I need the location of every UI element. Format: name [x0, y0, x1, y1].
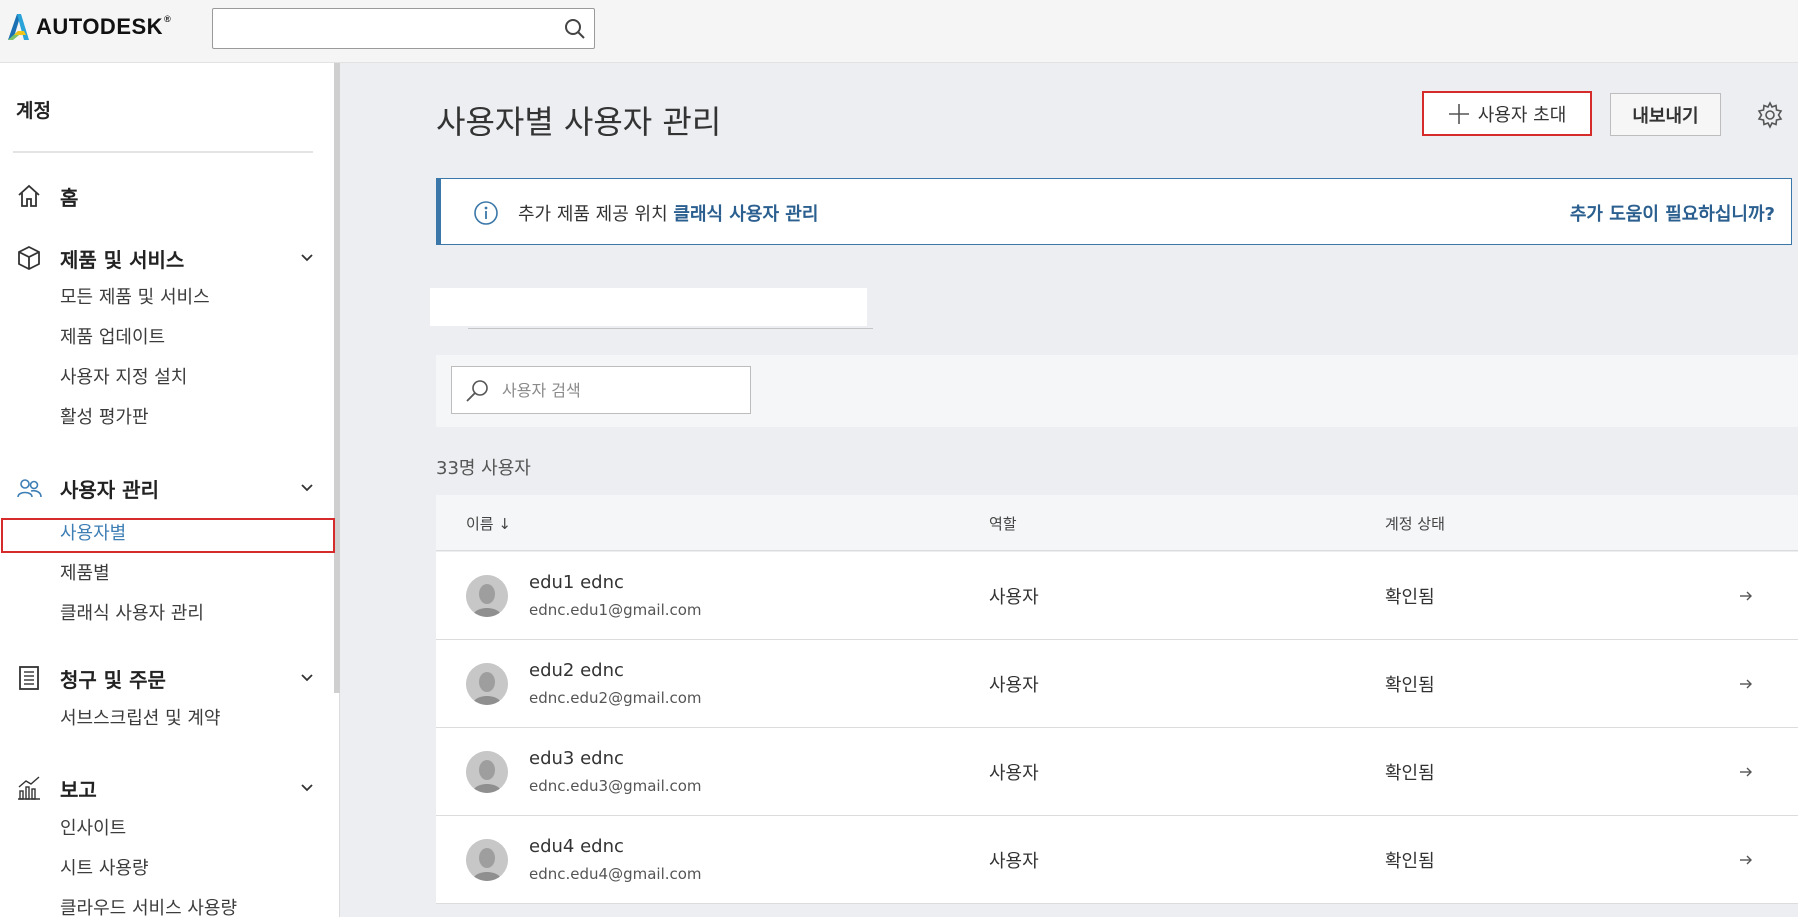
users-icon — [17, 479, 42, 498]
sidebar-section-reports[interactable]: 보고 — [0, 770, 334, 806]
sidebar-item-classic-user-management[interactable]: 클래식 사용자 관리 — [60, 599, 204, 629]
sidebar-section-label: 사용자 관리 — [60, 477, 159, 502]
info-banner: 추가 제품 제공 위치 클래식 사용자 관리 추가 도움이 필요하십니까? — [436, 178, 1792, 245]
avatar — [466, 751, 508, 793]
chart-icon — [18, 776, 40, 800]
banner-text: 추가 제품 제공 위치 클래식 사용자 관리 — [518, 204, 819, 225]
user-role: 사용자 — [989, 675, 1039, 696]
user-search-input[interactable] — [502, 373, 742, 407]
sidebar-item-by-product[interactable]: 제품별 — [60, 559, 110, 589]
help-link[interactable]: 추가 도움이 필요하십니까? — [1570, 200, 1775, 226]
receipt-icon — [19, 666, 39, 690]
sidebar-section-billing[interactable]: 청구 및 주문 — [0, 660, 334, 696]
autodesk-logo[interactable]: AUTODESK® — [6, 14, 171, 40]
sidebar-section-label: 보고 — [60, 777, 97, 802]
table-row[interactable]: edu2 ednc ednc.edu2@gmail.com 사용자 확인됨 — [436, 640, 1798, 728]
active-item-highlight — [1, 518, 335, 553]
user-name: edu4 ednc — [529, 836, 624, 857]
account-status: 확인됨 — [1385, 763, 1435, 784]
sidebar-section-user-management[interactable]: 사용자 관리 — [0, 470, 334, 506]
main-content: 사용자별 사용자 관리 사용자 초대 내보내기 추가 제품 제공 위치 클래식 … — [340, 63, 1798, 917]
sidebar-item-subscriptions[interactable]: 서브스크립션 및 계약 — [60, 704, 220, 734]
table-row[interactable]: edu4 ednc ednc.edu4@gmail.com 사용자 확인됨 — [436, 816, 1798, 904]
divider — [468, 328, 873, 329]
column-header-role: 역할 — [989, 515, 1017, 533]
user-email: ednc.edu1@gmail.com — [529, 601, 702, 619]
user-name: edu2 ednc — [529, 660, 624, 681]
user-email: ednc.edu4@gmail.com — [529, 865, 702, 883]
user-role: 사용자 — [989, 851, 1039, 872]
sidebar-section-label: 제품 및 서비스 — [60, 247, 185, 272]
sidebar-item-active-trials[interactable]: 활성 평가판 — [60, 403, 149, 433]
sidebar: 계정 홈 제품 및 서비스 모든 제품 및 서비스 제품 업데이트 사용자 지정… — [0, 63, 340, 917]
filter-tabs-area — [430, 288, 867, 326]
arrow-right-icon[interactable] — [1738, 764, 1754, 778]
box-icon — [18, 245, 40, 271]
sidebar-item-all-products[interactable]: 모든 제품 및 서비스 — [60, 283, 210, 313]
user-name: edu3 ednc — [529, 748, 624, 769]
avatar — [466, 663, 508, 705]
user-name: edu1 ednc — [529, 572, 624, 593]
column-header-name[interactable]: 이름 ↓ — [466, 513, 511, 534]
sidebar-item-by-user[interactable]: 사용자별 — [60, 519, 126, 549]
account-status: 확인됨 — [1385, 675, 1435, 696]
arrow-right-icon[interactable] — [1738, 852, 1754, 866]
search-icon[interactable] — [564, 18, 586, 40]
chevron-down-icon[interactable] — [300, 671, 314, 685]
account-status: 확인됨 — [1385, 851, 1435, 872]
sidebar-section-label: 홈 — [60, 185, 79, 210]
home-icon — [18, 184, 40, 207]
arrow-right-icon[interactable] — [1738, 676, 1754, 690]
plus-icon — [1448, 103, 1469, 124]
sidebar-item-cloud-usage[interactable]: 클라우드 서비스 사용량 — [60, 894, 237, 917]
sidebar-item-seat-usage[interactable]: 시트 사용량 — [60, 854, 149, 884]
top-bar: AUTODESK® — [0, 0, 1798, 63]
sidebar-item-custom-install[interactable]: 사용자 지정 설치 — [60, 363, 187, 393]
search-panel — [436, 355, 1798, 427]
table-row[interactable]: edu3 ednc ednc.edu3@gmail.com 사용자 확인됨 — [436, 728, 1798, 816]
sidebar-section-label: 청구 및 주문 — [60, 667, 166, 692]
account-status: 확인됨 — [1385, 587, 1435, 608]
sidebar-title: 계정 — [16, 100, 51, 122]
table-header: 이름 ↓ 역할 계정 상태 — [436, 495, 1798, 551]
table-row[interactable]: edu1 ednc ednc.edu1@gmail.com 사용자 확인됨 — [436, 552, 1798, 640]
arrow-right-icon[interactable] — [1738, 588, 1754, 602]
sidebar-divider — [13, 151, 313, 153]
user-email: ednc.edu3@gmail.com — [529, 777, 702, 795]
user-search-box[interactable] — [451, 366, 751, 414]
gear-icon[interactable] — [1756, 101, 1784, 129]
autodesk-logo-icon — [8, 14, 29, 40]
column-header-status: 계정 상태 — [1385, 515, 1445, 533]
export-button[interactable]: 내보내기 — [1610, 93, 1721, 136]
global-search-input[interactable] — [213, 9, 543, 47]
sidebar-item-product-updates[interactable]: 제품 업데이트 — [60, 323, 165, 353]
avatar — [466, 575, 508, 617]
info-icon — [474, 201, 498, 225]
user-count: 33명 사용자 — [436, 458, 531, 479]
sidebar-section-home[interactable]: 홈 — [0, 178, 334, 214]
chevron-down-icon[interactable] — [300, 781, 314, 795]
invite-user-button[interactable]: 사용자 초대 — [1422, 91, 1592, 136]
user-email: ednc.edu2@gmail.com — [529, 689, 702, 707]
global-search[interactable] — [212, 8, 595, 49]
search-icon — [466, 380, 488, 402]
page-title: 사용자별 사용자 관리 — [436, 103, 722, 141]
user-role: 사용자 — [989, 587, 1039, 608]
user-role: 사용자 — [989, 763, 1039, 784]
avatar — [466, 839, 508, 881]
logo-text: AUTODESK® — [36, 14, 172, 39]
sidebar-item-insights[interactable]: 인사이트 — [60, 814, 126, 844]
sidebar-section-products[interactable]: 제품 및 서비스 — [0, 240, 334, 276]
invite-user-label: 사용자 초대 — [1477, 104, 1567, 126]
chevron-down-icon[interactable] — [300, 251, 314, 265]
banner-link-classic[interactable]: 클래식 사용자 관리 — [673, 204, 818, 225]
chevron-down-icon[interactable] — [300, 481, 314, 495]
